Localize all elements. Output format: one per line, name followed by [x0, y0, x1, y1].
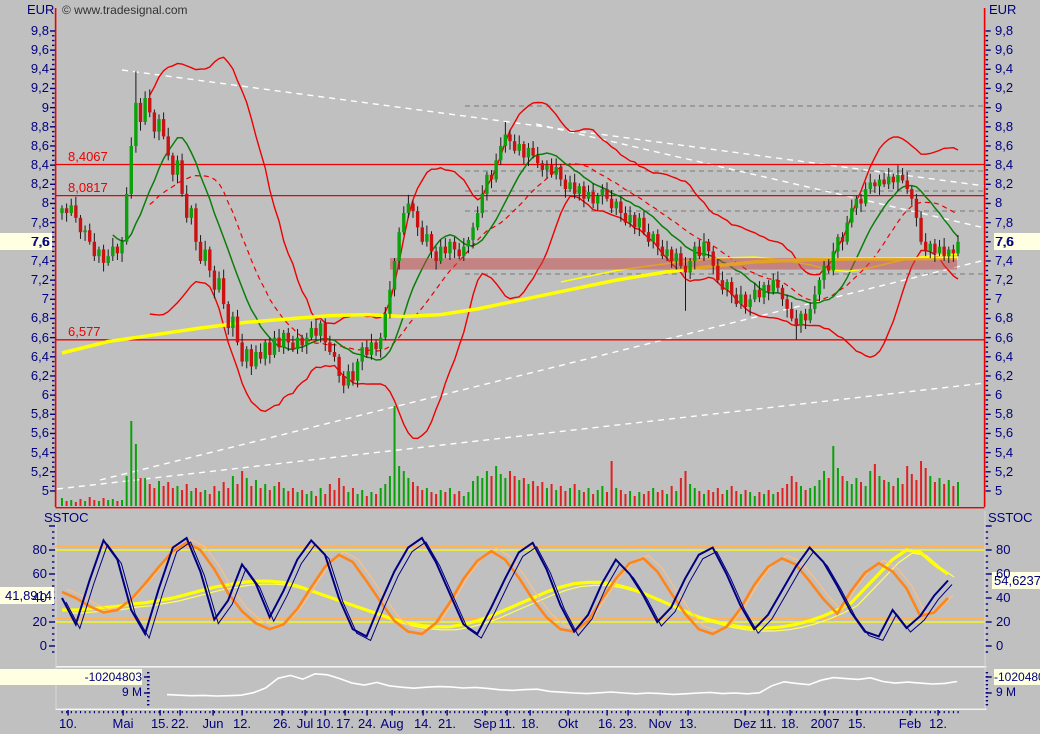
price-tick-label: 8,6: [30, 137, 49, 153]
price-tick-label: 7,8: [995, 214, 1014, 230]
sstoc-tick-label: 20: [32, 614, 47, 629]
price-tick-label: 6: [995, 387, 1003, 403]
price-tick-label: 6,6: [995, 329, 1014, 345]
sstoc-tick-label: 0: [39, 638, 47, 653]
price-tick-label: 7: [995, 291, 1003, 307]
price-tick-label: 7,4: [995, 252, 1014, 268]
price-tick-label: 5,8: [30, 406, 49, 422]
sstoc-tick-label: 80: [32, 542, 47, 557]
sstoc-tick-label: 40: [996, 590, 1011, 605]
price-tick-label: 5,6: [30, 425, 49, 441]
chart-canvas: [49, 8, 992, 716]
price-tick-label: 5: [41, 482, 49, 498]
time-axis-label: 10.: [58, 716, 78, 731]
price-tick-label: 5,2: [995, 463, 1014, 479]
price-tick-label: 6,6: [30, 329, 49, 345]
price-tick-label: 8: [995, 195, 1003, 211]
price-tick-label: 7,6: [30, 233, 49, 249]
price-line-label-2: 8,0817: [68, 180, 108, 195]
price-tick-label: 9,6: [995, 42, 1014, 58]
price-tick-label: 5,4: [30, 444, 49, 460]
price-line-label-1: 8,4067: [68, 149, 108, 164]
price-tick-label: 9,6: [30, 42, 49, 58]
price-tick-label: 7,4: [30, 252, 49, 268]
price-tick-label: 5: [995, 482, 1003, 498]
sstoc-title-left: SSTOC: [44, 510, 89, 525]
price-tick-label: 8,4: [30, 157, 49, 173]
price-tick-label: 6,2: [30, 367, 49, 383]
volume-tick-label-right: 9 M: [996, 685, 1017, 699]
price-tick-label: 5,4: [995, 444, 1014, 460]
sstoc-tick-label: 0: [996, 638, 1004, 653]
volume-value-box-left: -10204803: [0, 669, 142, 685]
price-tick-label: 6: [41, 387, 49, 403]
price-tick-label: 9: [995, 99, 1003, 115]
price-tick-label: 8,8: [30, 118, 49, 134]
price-tick-label: 8,4: [995, 157, 1014, 173]
volume-value-box-right: -10204803: [994, 669, 1040, 685]
price-axis-title-left: EUR: [27, 2, 55, 17]
price-tick-label: 5,2: [30, 463, 49, 479]
sstoc-tick-label: 80: [996, 542, 1011, 557]
price-tick-label: 7,8: [30, 214, 49, 230]
time-axis-label: Okt: [557, 716, 579, 731]
time-axis-label: 15.: [847, 716, 867, 731]
sstoc-title-right: SSTOC: [988, 510, 1033, 525]
price-tick-label: 7: [41, 291, 49, 307]
trading-chart-window: EUR EUR © www.tradesignal.com 8,4067 8,0…: [0, 0, 1040, 734]
watermark: © www.tradesignal.com: [62, 3, 188, 17]
price-tick-label: 8: [41, 195, 49, 211]
price-tick-label: 7,2: [30, 272, 49, 288]
price-tick-label: 9,4: [995, 61, 1014, 77]
time-axis-label: 13.: [678, 716, 698, 731]
price-tick-label: 7,6: [995, 233, 1014, 249]
sstoc-tick-label: 60: [32, 566, 47, 581]
price-tick-label: 6,8: [30, 310, 49, 326]
price-tick-label: 9,2: [995, 80, 1014, 96]
price-tick-label: 9,2: [30, 80, 49, 96]
sstoc-tick-label: 20: [996, 614, 1011, 629]
price-tick-label: 9,4: [30, 61, 49, 77]
price-tick-label: 8,2: [995, 176, 1014, 192]
price-tick-label: 7,2: [995, 272, 1014, 288]
price-tick-label: 6,4: [995, 348, 1014, 364]
price-tick-label: 9,8: [30, 22, 49, 38]
sstoc-tick-label: 40: [32, 590, 47, 605]
price-tick-label: 9,8: [995, 22, 1014, 38]
price-tick-label: 8,6: [995, 137, 1014, 153]
sstoc-tick-label: 60: [996, 566, 1011, 581]
price-tick-label: 5,8: [995, 406, 1014, 422]
price-tick-label: 8,2: [30, 176, 49, 192]
price-line-label-3: 6,577: [68, 324, 101, 339]
price-tick-label: 5,6: [995, 425, 1014, 441]
price-tick-label: 9: [41, 99, 49, 115]
price-tick-label: 6,2: [995, 367, 1014, 383]
price-tick-label: 6,8: [995, 310, 1014, 326]
time-axis-label: 12.: [232, 716, 252, 731]
time-axis-label: 12.: [928, 716, 948, 731]
price-axis-title-right: EUR: [989, 2, 1017, 17]
price-tick-label: 6,4: [30, 348, 49, 364]
price-tick-label: 8,8: [995, 118, 1014, 134]
volume-tick-label-left: 9 M: [121, 685, 142, 699]
